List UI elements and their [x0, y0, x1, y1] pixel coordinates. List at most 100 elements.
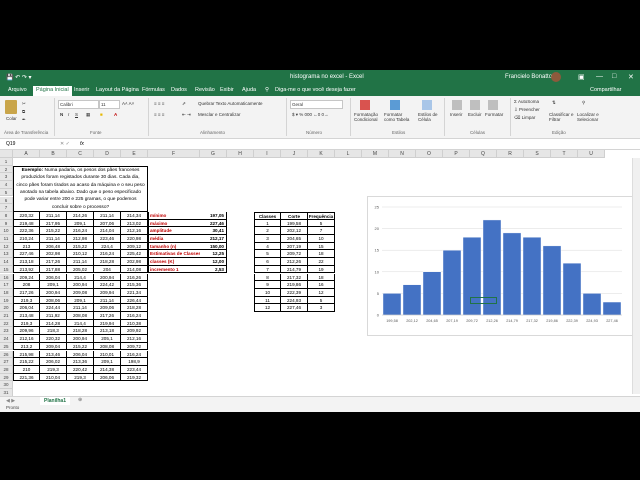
- row-header[interactable]: 20: [0, 304, 13, 312]
- freq-cell[interactable]: 12: [308, 288, 335, 297]
- freq-cell[interactable]: 4: [254, 242, 281, 251]
- freq-cell[interactable]: 219,86: [281, 281, 308, 289]
- row-header[interactable]: 7: [0, 204, 13, 212]
- row-header[interactable]: 11: [0, 235, 13, 243]
- row-header[interactable]: 5: [0, 188, 13, 197]
- data-cell[interactable]: 217,26: [94, 312, 121, 320]
- data-cell[interactable]: 208,08: [67, 312, 94, 320]
- row-header[interactable]: 6: [0, 196, 13, 205]
- data-cell[interactable]: 214,08: [121, 265, 148, 274]
- data-cell[interactable]: 219,3: [13, 296, 40, 305]
- data-cell[interactable]: 213: [13, 242, 40, 251]
- row-header[interactable]: 18: [0, 288, 13, 297]
- tab-ajuda[interactable]: Ajuda: [242, 87, 256, 93]
- row-header[interactable]: 25: [0, 342, 13, 351]
- data-cell[interactable]: 217,95: [40, 219, 67, 228]
- freq-cell[interactable]: 207,19: [281, 242, 308, 251]
- freq-cell[interactable]: 202,12: [281, 227, 308, 235]
- data-cell[interactable]: 218,3: [40, 327, 67, 336]
- stat-label[interactable]: mínimo: [148, 211, 200, 220]
- currency-icon[interactable]: $ ▾ % 000 ←0 0→: [292, 112, 329, 118]
- data-cell[interactable]: 200,94: [67, 335, 94, 343]
- data-cell[interactable]: 215,98: [13, 350, 40, 359]
- column-header-P[interactable]: P: [443, 150, 470, 158]
- freq-cell[interactable]: 18: [308, 250, 335, 259]
- freq-cell[interactable]: 204,65: [281, 235, 308, 243]
- format-table-button[interactable]: Formatar como Tabela: [384, 112, 410, 122]
- delete-cells-icon[interactable]: [470, 100, 480, 110]
- font-color-icon[interactable]: A: [114, 112, 117, 117]
- stat-value[interactable]: 2,53: [200, 265, 227, 274]
- data-cell[interactable]: 209,12: [121, 242, 148, 251]
- minimize-icon[interactable]: —: [596, 73, 603, 80]
- data-cell[interactable]: 214,4: [67, 319, 94, 328]
- data-cell[interactable]: 200,94: [94, 273, 121, 282]
- data-cell[interactable]: 224,44: [40, 304, 67, 312]
- tab-dados[interactable]: Dados: [171, 87, 187, 93]
- data-cell[interactable]: 205,02: [67, 265, 94, 274]
- data-cell[interactable]: 205,1: [94, 335, 121, 343]
- data-cell[interactable]: 209,96: [13, 327, 40, 336]
- format-table-icon[interactable]: [390, 100, 400, 110]
- data-cell[interactable]: 210,24: [13, 235, 40, 243]
- data-cell[interactable]: 209,1: [94, 358, 121, 366]
- add-sheet-icon[interactable]: ⊕: [78, 397, 82, 403]
- bold-button[interactable]: N: [60, 112, 63, 117]
- data-cell[interactable]: 211,14: [94, 211, 121, 220]
- data-cell[interactable]: 217,88: [40, 265, 67, 274]
- data-cell[interactable]: 213,2: [13, 342, 40, 351]
- data-cell[interactable]: 225,42: [121, 250, 148, 259]
- row-header[interactable]: 24: [0, 335, 13, 343]
- tell-me-box[interactable]: Diga-me o que você deseja fazer: [275, 87, 356, 93]
- data-cell[interactable]: 212,16: [121, 227, 148, 235]
- select-all-corner[interactable]: [0, 150, 13, 158]
- freq-cell[interactable]: 18: [308, 273, 335, 282]
- selected-cell[interactable]: [470, 296, 497, 305]
- data-cell[interactable]: 219,94: [94, 319, 121, 328]
- freq-cell[interactable]: 209,72: [281, 250, 308, 259]
- data-cell[interactable]: 218,28: [121, 304, 148, 312]
- data-cell[interactable]: 213,36: [67, 358, 94, 366]
- data-cell[interactable]: 200,94: [67, 281, 94, 289]
- data-cell[interactable]: 215,22: [13, 358, 40, 366]
- column-header-H[interactable]: H: [227, 150, 254, 158]
- freq-cell[interactable]: 199,58: [281, 219, 308, 228]
- freq-cell[interactable]: 6: [254, 258, 281, 266]
- data-cell[interactable]: 217,26: [40, 258, 67, 266]
- row-header[interactable]: 8: [0, 211, 13, 220]
- data-cell[interactable]: 220,32: [40, 335, 67, 343]
- freq-cell[interactable]: 214,79: [281, 265, 308, 274]
- data-cell[interactable]: 220,98: [121, 235, 148, 243]
- row-header[interactable]: 19: [0, 296, 13, 305]
- column-header-K[interactable]: K: [308, 150, 335, 158]
- align-left-icon[interactable]: ≡ ≡ ≡: [154, 112, 164, 117]
- stat-label[interactable]: incremento 1: [148, 265, 200, 274]
- stat-label[interactable]: classes (K): [148, 258, 200, 266]
- row-header[interactable]: 12: [0, 242, 13, 251]
- row-header[interactable]: 10: [0, 227, 13, 235]
- data-cell[interactable]: 216,24: [94, 250, 121, 259]
- stat-label[interactable]: tamanho (n): [148, 242, 200, 251]
- stat-label[interactable]: média: [148, 235, 200, 243]
- column-header-J[interactable]: J: [281, 150, 308, 158]
- column-header-F[interactable]: F: [148, 150, 200, 158]
- column-header-B[interactable]: B: [40, 150, 67, 158]
- data-cell[interactable]: 208: [13, 281, 40, 289]
- data-cell[interactable]: 206,04: [67, 350, 94, 359]
- data-cell[interactable]: 210,12: [67, 250, 94, 259]
- column-header-M[interactable]: M: [362, 150, 389, 158]
- freq-cell[interactable]: 15: [308, 242, 335, 251]
- stat-label[interactable]: máximo: [148, 219, 200, 228]
- freq-cell[interactable]: 1: [254, 219, 281, 228]
- font-size-select[interactable]: 11: [99, 100, 120, 109]
- cell-styles-icon[interactable]: [422, 100, 432, 110]
- data-cell[interactable]: 214,4: [67, 273, 94, 282]
- freq-cell[interactable]: 10: [308, 235, 335, 243]
- data-cell[interactable]: 209,1: [40, 281, 67, 289]
- number-format-select[interactable]: Geral: [290, 100, 343, 109]
- column-header-I[interactable]: I: [254, 150, 281, 158]
- freq-cell[interactable]: 222,39: [281, 288, 308, 297]
- data-cell[interactable]: 208,06: [40, 296, 67, 305]
- data-cell[interactable]: 218,28: [67, 327, 94, 336]
- row-header[interactable]: 14: [0, 258, 13, 266]
